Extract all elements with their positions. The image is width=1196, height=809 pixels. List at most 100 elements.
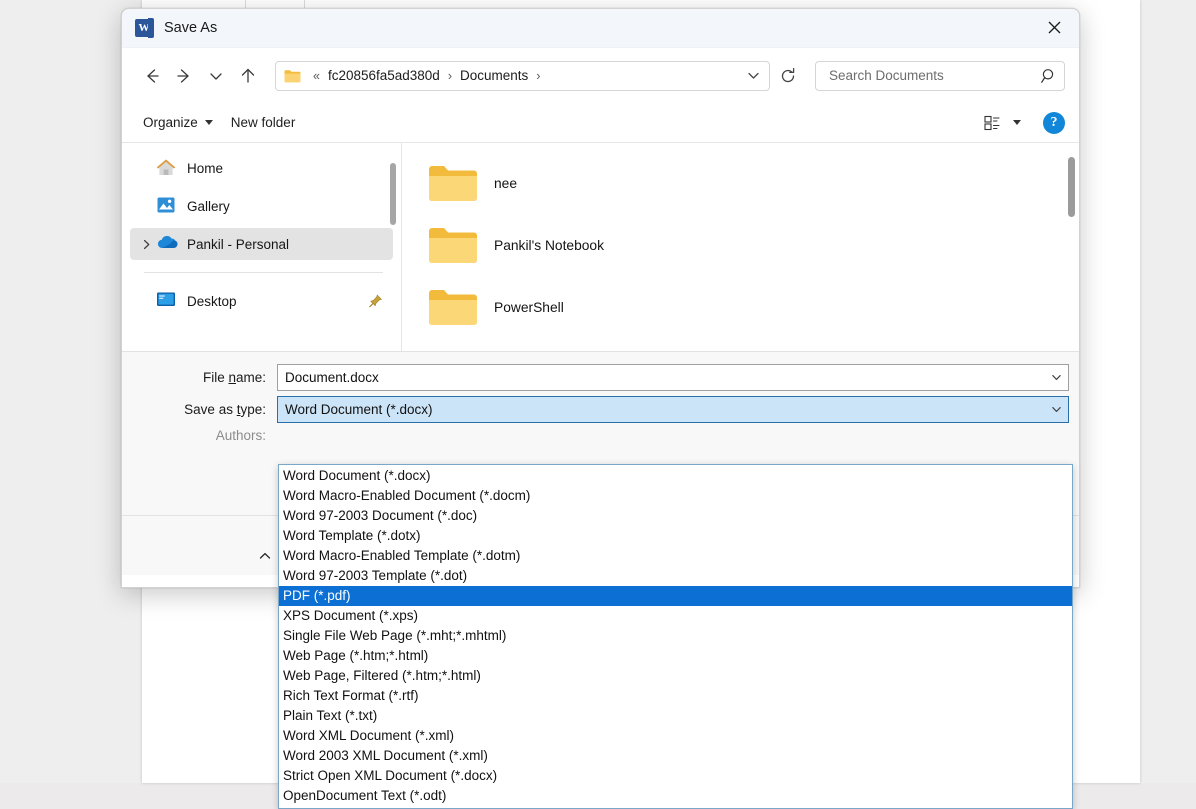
dropdown-option[interactable]: Word 97-2003 Document (*.doc) (279, 506, 1072, 526)
search-input[interactable] (827, 67, 1040, 84)
file-name-label-post: ame: (236, 370, 266, 385)
new-folder-button[interactable]: New folder (222, 110, 305, 135)
folder-icon (428, 287, 478, 327)
sidebar-item-home[interactable]: Home (130, 152, 393, 184)
expander-chevron-right-icon[interactable] (136, 238, 156, 251)
breadcrumb-overflow[interactable]: « (308, 69, 325, 83)
file-name-label: File name: (122, 370, 277, 385)
sidebar-item-label: Home (187, 161, 223, 176)
save-form: File name: Save as type: (122, 351, 1079, 575)
breadcrumb-item-root[interactable]: fc20856fa5ad380d (325, 66, 443, 85)
forward-button[interactable] (168, 60, 200, 92)
address-dropdown-button[interactable] (739, 63, 767, 89)
file-list-item[interactable]: PowerShell (402, 276, 1079, 338)
arrow-left-icon (142, 66, 162, 86)
help-button[interactable]: ? (1043, 112, 1065, 134)
arrow-right-icon (174, 66, 194, 86)
folder-icon (428, 225, 478, 265)
file-list-item[interactable]: Pankil's Notebook (402, 214, 1079, 276)
authors-row: Authors: (122, 428, 1079, 443)
breadcrumb-separator-2[interactable]: › (531, 69, 545, 83)
chevron-down-icon (1050, 403, 1063, 416)
file-name-combobox[interactable] (277, 364, 1069, 391)
chevron-right-icon (140, 238, 153, 251)
navigation-pane: Home Gallery (122, 143, 401, 351)
sidebar-item-gallery[interactable]: Gallery (130, 190, 393, 222)
save-as-type-value[interactable] (278, 396, 1044, 423)
organize-button[interactable]: Organize (134, 110, 222, 135)
file-list-scrollbar-thumb[interactable] (1068, 157, 1075, 217)
dropdown-option[interactable]: OpenDocument Text (*.odt) (279, 786, 1072, 806)
save-as-dialog: W Save As (121, 8, 1080, 588)
dropdown-option[interactable]: Rich Text Format (*.rtf) (279, 686, 1072, 706)
dropdown-option[interactable]: Word 97-2003 Template (*.dot) (279, 566, 1072, 586)
dialog-titlebar: W Save As (122, 9, 1079, 48)
chevron-down-icon (1013, 120, 1021, 125)
file-list-item-label: Pankil's Notebook (494, 238, 604, 253)
gallery-icon (156, 196, 178, 216)
save-as-type-label: Save as type: (122, 402, 277, 417)
sidebar-item-desktop[interactable]: Desktop (130, 285, 393, 317)
recent-locations-button[interactable] (200, 60, 232, 92)
close-button[interactable] (1029, 9, 1079, 46)
breadcrumb-item-documents[interactable]: Documents (457, 66, 531, 85)
command-bar: Organize New folder ? (122, 103, 1079, 143)
desktop-icon (156, 291, 178, 311)
sidebar-divider (144, 272, 383, 273)
folder-icon (284, 69, 301, 83)
authors-label: Authors: (122, 428, 277, 443)
dropdown-option[interactable]: Strict Open XML Document (*.docx) (279, 766, 1072, 786)
dropdown-option[interactable]: Plain Text (*.txt) (279, 706, 1072, 726)
refresh-button[interactable] (773, 63, 803, 89)
dropdown-option[interactable]: Word Macro-Enabled Template (*.dotm) (279, 546, 1072, 566)
file-name-dropdown-button[interactable] (1044, 365, 1068, 390)
pin-icon[interactable] (368, 294, 383, 309)
dropdown-option[interactable]: XPS Document (*.xps) (279, 606, 1072, 626)
save-as-type-combobox[interactable] (277, 396, 1069, 423)
dropdown-option[interactable]: PDF (*.pdf) (279, 586, 1072, 606)
dropdown-option[interactable]: Word Macro-Enabled Document (*.docm) (279, 486, 1072, 506)
dropdown-option[interactable]: Web Page (*.htm;*.html) (279, 646, 1072, 666)
file-list-item[interactable]: nee (402, 152, 1079, 214)
sidebar-item-label: Desktop (187, 294, 237, 309)
chevron-down-icon (745, 67, 762, 84)
save-as-type-row: Save as type: (122, 396, 1079, 423)
chevron-down-icon (207, 67, 225, 85)
file-name-label-key: n (228, 370, 236, 385)
sidebar-item-label: Gallery (187, 199, 230, 214)
sidebar-scrollbar-track[interactable] (389, 151, 399, 343)
view-list-icon (984, 115, 1004, 131)
word-icon: W (135, 19, 153, 37)
search-box[interactable] (815, 61, 1065, 91)
dropdown-option[interactable]: Word Template (*.dotx) (279, 526, 1072, 546)
dropdown-option[interactable]: Web Page, Filtered (*.htm;*.html) (279, 666, 1072, 686)
view-options-button[interactable] (976, 110, 1029, 136)
help-label: ? (1051, 115, 1058, 131)
file-name-row: File name: (122, 364, 1079, 391)
dropdown-option[interactable]: Word 2003 XML Document (*.xml) (279, 746, 1072, 766)
dialog-title: Save As (164, 20, 217, 36)
arrow-up-icon (238, 66, 258, 86)
back-button[interactable] (136, 60, 168, 92)
breadcrumb-separator-1: › (443, 69, 457, 83)
save-type-label-post: ype: (240, 402, 266, 417)
chevron-up-icon (258, 549, 272, 563)
file-name-label-pre: File (203, 370, 229, 385)
up-button[interactable] (232, 60, 264, 92)
address-bar[interactable]: « fc20856fa5ad380d › Documents › (275, 61, 770, 91)
home-icon (156, 158, 178, 178)
folder-icon (428, 163, 478, 203)
dropdown-option[interactable]: Word XML Document (*.xml) (279, 726, 1072, 746)
file-list: nee Pankil's Notebook (401, 143, 1079, 351)
sidebar-item-pankil-personal[interactable]: Pankil - Personal (130, 228, 393, 260)
onedrive-cloud-icon (156, 234, 178, 254)
save-as-type-dropdown-button[interactable] (1044, 397, 1068, 422)
close-icon (1048, 21, 1061, 34)
caret-down-icon (205, 120, 213, 125)
dropdown-option[interactable]: Word Document (*.docx) (279, 466, 1072, 486)
organize-label: Organize (143, 115, 198, 130)
dropdown-option[interactable]: Single File Web Page (*.mht;*.mhtml) (279, 626, 1072, 646)
sidebar-scrollbar-thumb[interactable] (390, 163, 396, 225)
file-name-input[interactable] (278, 364, 1044, 391)
save-as-type-dropdown-list: Word Document (*.docx)Word Macro-Enabled… (278, 464, 1073, 809)
